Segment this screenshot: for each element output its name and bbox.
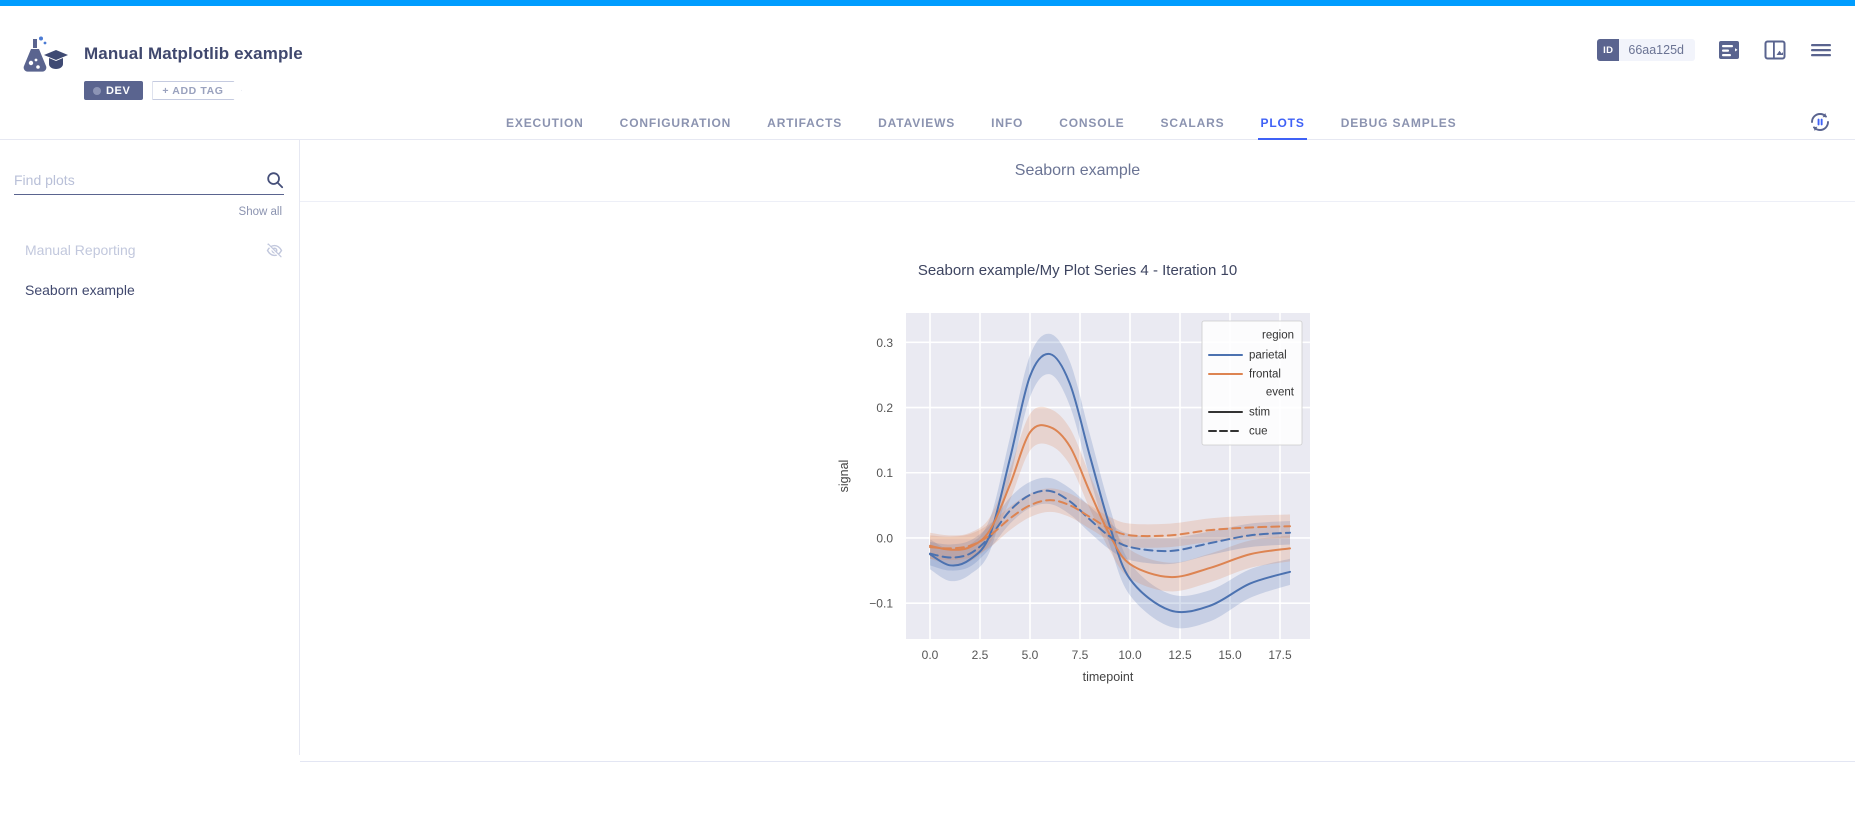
plot-list-item[interactable]: Manual Reporting bbox=[0, 230, 300, 270]
section-header: Seaborn example bbox=[300, 140, 1855, 202]
plot-card[interactable]: Seaborn example/My Plot Series 4 - Itera… bbox=[300, 202, 1855, 762]
plots-sidebar: Show all Manual Reporting Seaborn example bbox=[0, 140, 300, 755]
tag-row: DEV + ADD TAG bbox=[84, 81, 242, 100]
main-navigation: EXECUTIONCONFIGURATIONARTIFACTSDATAVIEWS… bbox=[0, 103, 1855, 140]
svg-text:frontal: frontal bbox=[1249, 369, 1281, 381]
tab-console[interactable]: CONSOLE bbox=[1041, 116, 1142, 140]
tag-dev-label: DEV bbox=[106, 85, 130, 97]
tab-artifacts[interactable]: ARTIFACTS bbox=[749, 116, 860, 140]
svg-text:5.0: 5.0 bbox=[1021, 648, 1038, 662]
next-plot-card bbox=[300, 762, 1855, 817]
tab-execution[interactable]: EXECUTION bbox=[488, 116, 602, 140]
svg-text:10.0: 10.0 bbox=[1118, 648, 1142, 662]
plot-list: Manual Reporting Seaborn example bbox=[0, 230, 300, 310]
header-actions: ID 66aa125d bbox=[1597, 39, 1833, 61]
plot-list-item[interactable]: Seaborn example bbox=[0, 270, 300, 310]
flask-graduation-cap-icon bbox=[22, 36, 68, 74]
svg-text:event: event bbox=[1265, 387, 1294, 399]
plot-list-item-label: Manual Reporting bbox=[25, 242, 136, 258]
tab-configuration[interactable]: CONFIGURATION bbox=[602, 116, 750, 140]
seaborn-line-chart[interactable]: 0.0 2.5 5.0 7.5 10.0 12.5 15.0 17.5 −0.1 0.0 0.1 0.… bbox=[828, 297, 1328, 702]
add-tag-button[interactable]: + ADD TAG bbox=[152, 81, 241, 100]
svg-text:12.5: 12.5 bbox=[1168, 648, 1192, 662]
tab-plots[interactable]: PLOTS bbox=[1242, 116, 1322, 140]
svg-text:0.1: 0.1 bbox=[876, 466, 893, 480]
section-title: Seaborn example bbox=[1015, 162, 1140, 180]
svg-text:0.2: 0.2 bbox=[876, 401, 893, 415]
svg-text:15.0: 15.0 bbox=[1218, 648, 1242, 662]
svg-text:−0.1: −0.1 bbox=[869, 597, 893, 611]
show-all-link[interactable]: Show all bbox=[239, 206, 282, 218]
plot-list-item-label: Seaborn example bbox=[25, 282, 135, 298]
split-panel-icon[interactable] bbox=[1763, 39, 1787, 61]
app-header: Manual Matplotlib example DEV + ADD TAG … bbox=[0, 6, 1855, 103]
svg-text:2.5: 2.5 bbox=[971, 648, 988, 662]
svg-text:7.5: 7.5 bbox=[1071, 648, 1088, 662]
auto-refresh-pause-icon[interactable] bbox=[1807, 109, 1833, 135]
main-content: Seaborn example Seaborn example/My Plot … bbox=[300, 140, 1855, 755]
tag-dev[interactable]: DEV bbox=[84, 81, 143, 100]
log-lines-icon[interactable] bbox=[1717, 39, 1741, 61]
svg-text:0.0: 0.0 bbox=[876, 531, 893, 545]
eye-off-icon[interactable] bbox=[266, 242, 283, 259]
svg-text:stim: stim bbox=[1249, 407, 1270, 419]
id-badge-label: ID bbox=[1597, 39, 1619, 61]
plot-title: Seaborn example/My Plot Series 4 - Itera… bbox=[300, 262, 1855, 279]
svg-text:timepoint: timepoint bbox=[1082, 670, 1133, 684]
experiment-id-chip[interactable]: ID 66aa125d bbox=[1597, 39, 1695, 61]
hamburger-menu-icon[interactable] bbox=[1809, 39, 1833, 61]
svg-text:0.0: 0.0 bbox=[921, 648, 938, 662]
tab-list: EXECUTIONCONFIGURATIONARTIFACTSDATAVIEWS… bbox=[488, 103, 1474, 140]
tab-dataviews[interactable]: DATAVIEWS bbox=[860, 116, 973, 140]
page-title: Manual Matplotlib example bbox=[84, 44, 303, 64]
svg-text:0.3: 0.3 bbox=[876, 336, 893, 350]
svg-text:parietal: parietal bbox=[1249, 350, 1287, 362]
search-icon[interactable] bbox=[266, 171, 284, 189]
search-input[interactable] bbox=[14, 172, 266, 188]
search-field[interactable] bbox=[14, 165, 284, 195]
tag-dev-knob-icon bbox=[93, 87, 101, 95]
tab-info[interactable]: INFO bbox=[973, 116, 1041, 140]
tab-scalars[interactable]: SCALARS bbox=[1143, 116, 1243, 140]
svg-text:region: region bbox=[1262, 330, 1294, 342]
tab-debug-samples[interactable]: DEBUG SAMPLES bbox=[1323, 116, 1475, 140]
svg-text:cue: cue bbox=[1249, 426, 1268, 438]
svg-text:17.5: 17.5 bbox=[1268, 648, 1292, 662]
svg-text:signal: signal bbox=[837, 460, 851, 493]
experiment-id-value: 66aa125d bbox=[1619, 43, 1684, 57]
